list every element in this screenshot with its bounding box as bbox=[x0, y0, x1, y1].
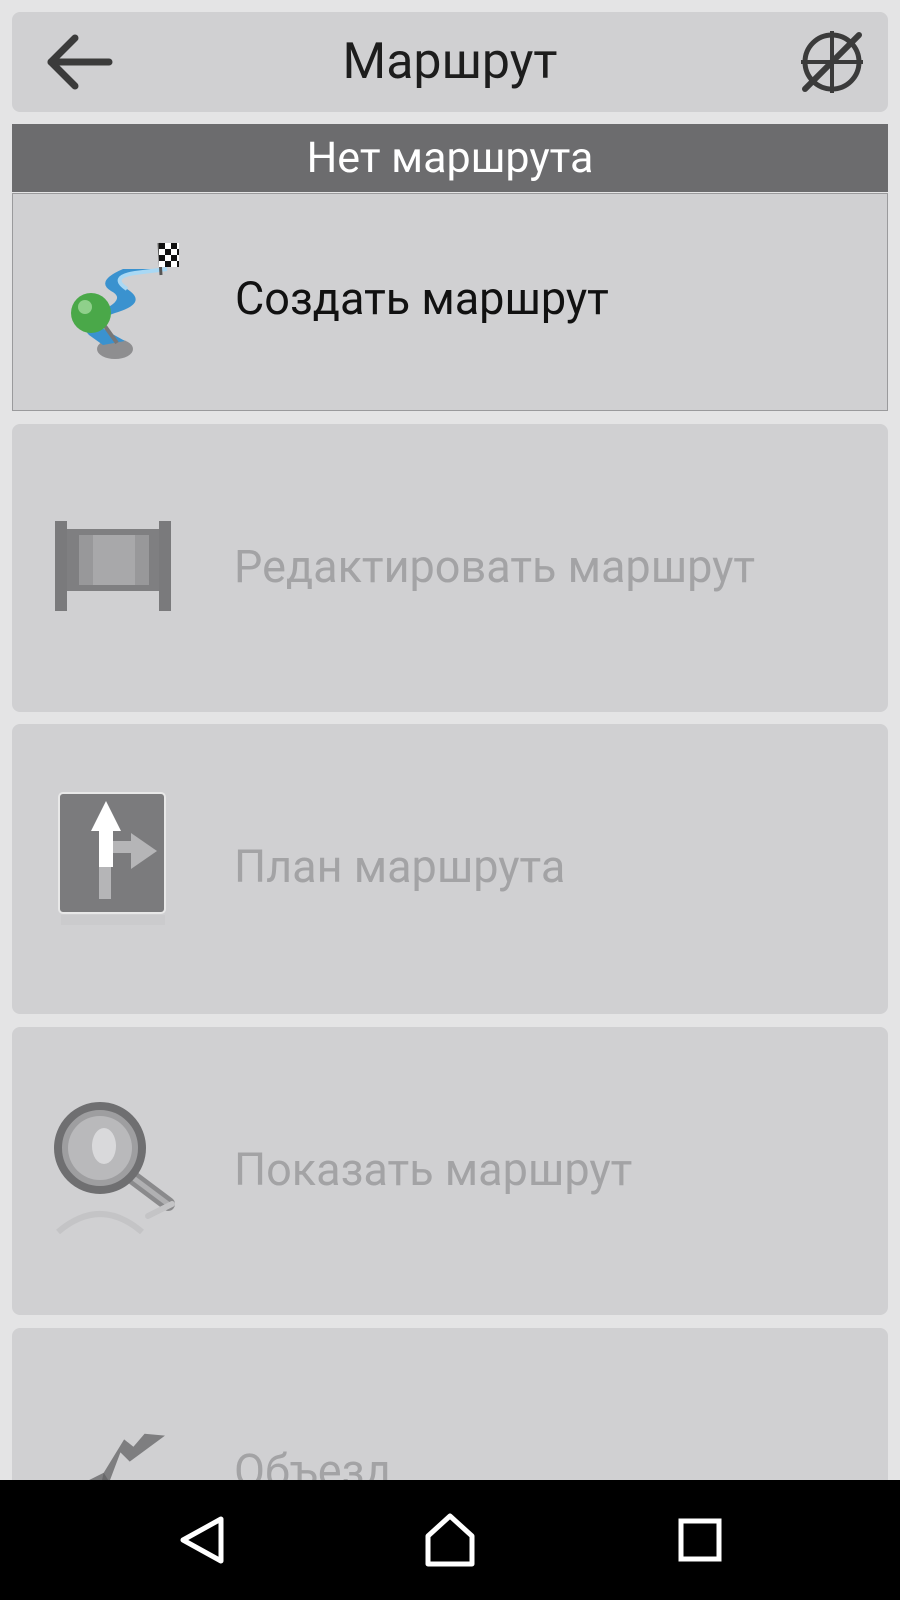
app-header: Маршрут bbox=[12, 12, 888, 112]
menu-item-label: Показать маршрут bbox=[234, 1143, 633, 1196]
menu-item-edit-route[interactable]: Редактировать маршрут bbox=[12, 424, 888, 712]
page-title: Маршрут bbox=[342, 33, 558, 91]
menu-item-route-plan[interactable]: План маршрута bbox=[12, 724, 888, 1014]
gps-off-icon bbox=[801, 31, 863, 93]
route-plan-icon bbox=[48, 792, 178, 926]
nav-home-button[interactable] bbox=[410, 1504, 490, 1576]
menu-item-label: Редактировать маршрут bbox=[234, 540, 756, 593]
nav-back-icon bbox=[180, 1516, 224, 1564]
route-status-bar: Нет маршрута bbox=[12, 124, 888, 192]
menu-item-label: План маршрута bbox=[234, 840, 566, 893]
create-route-icon bbox=[49, 238, 179, 368]
nav-recents-button[interactable] bbox=[660, 1504, 740, 1576]
nav-recents-icon bbox=[678, 1518, 722, 1562]
menu-item-create-route[interactable]: Создать маршрут bbox=[12, 193, 888, 411]
nav-home-icon bbox=[425, 1513, 475, 1567]
system-navigation-bar bbox=[0, 1480, 900, 1600]
menu-item-show-route[interactable]: Показать маршрут bbox=[12, 1027, 888, 1315]
edit-route-icon bbox=[48, 502, 178, 632]
magnifier-icon bbox=[48, 1101, 178, 1235]
menu-item-label: Создать маршрут bbox=[235, 272, 609, 325]
nav-back-button[interactable] bbox=[162, 1504, 242, 1576]
gps-status-button[interactable] bbox=[796, 26, 868, 98]
